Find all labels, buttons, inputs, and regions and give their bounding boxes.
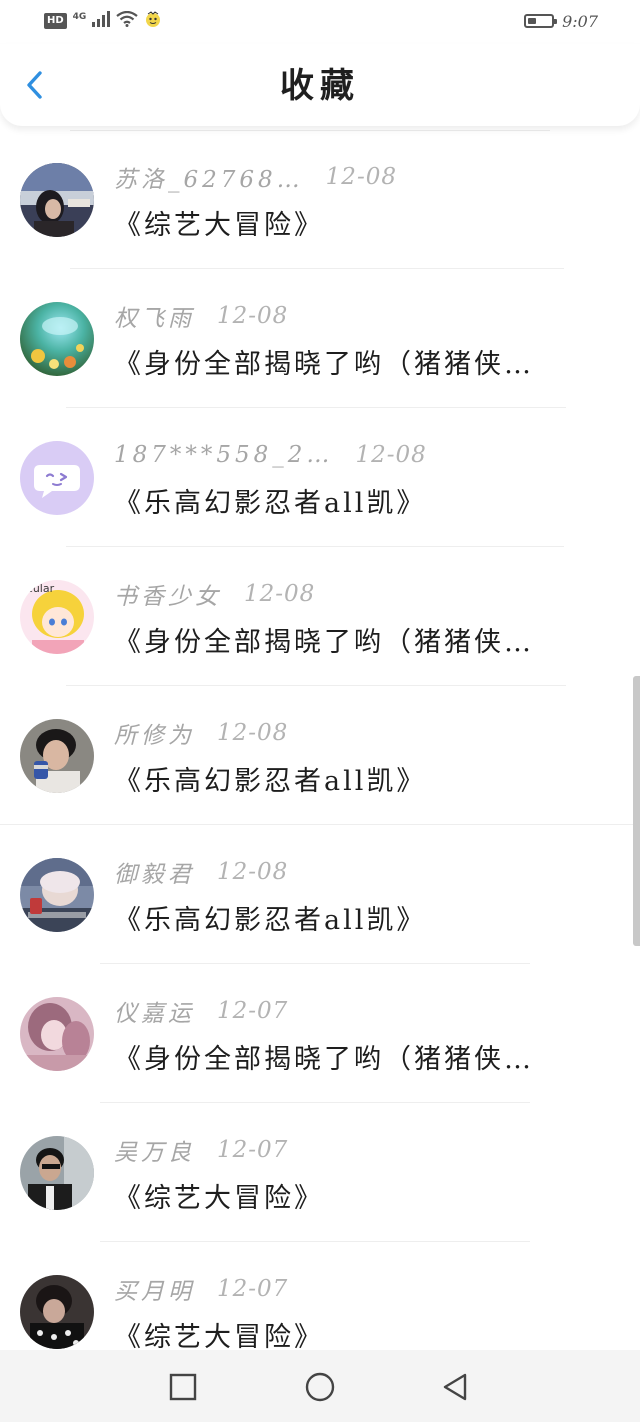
item-date: 12-08 xyxy=(217,720,289,746)
favorite-item[interactable]: 权飞雨 12-08 《身份全部揭晓了哟（猪猪侠… xyxy=(0,269,640,408)
battery-level xyxy=(528,18,537,24)
item-title[interactable]: 《乐高幻影忍者all凯》 xyxy=(114,764,600,800)
author-name: 苏洛_62768… xyxy=(114,167,304,193)
favorite-item[interactable]: 187***558_2… 12-08 《乐高幻影忍者all凯》 xyxy=(0,408,640,547)
system-nav-bar xyxy=(0,1350,640,1422)
back-nav-button[interactable] xyxy=(438,1370,472,1404)
notification-app-icon xyxy=(144,10,162,32)
author-name: 吴万良 xyxy=(114,1140,195,1166)
author-name: 买月明 xyxy=(114,1279,195,1305)
avatar[interactable] xyxy=(20,441,94,515)
avatar[interactable] xyxy=(20,997,94,1071)
page-title: 收藏 xyxy=(280,66,360,106)
item-date: 12-07 xyxy=(217,1276,289,1302)
page-header: 收藏 xyxy=(0,44,640,126)
item-title[interactable]: 《综艺大冒险》 xyxy=(114,208,600,244)
avatar[interactable]: ecular xyxy=(20,580,94,654)
avatar-text: ecular xyxy=(20,582,55,595)
battery-icon xyxy=(524,14,558,28)
item-date: 12-08 xyxy=(355,442,427,468)
favorite-item[interactable]: 苏洛_62768… 12-08 《综艺大冒险》 xyxy=(0,130,640,269)
battery-cap xyxy=(554,19,558,24)
favorite-item[interactable]: 所修为 12-08 《乐高幻影忍者all凯》 xyxy=(0,686,640,825)
item-meta: 所修为 12-08 xyxy=(114,718,289,749)
author-name: 仪嘉运 xyxy=(114,1001,195,1027)
circle-icon xyxy=(305,1372,335,1402)
avatar[interactable] xyxy=(20,719,94,793)
item-title[interactable]: 《乐高幻影忍者all凯》 xyxy=(114,486,600,522)
favorites-list[interactable]: 苏洛_62768… 12-08 《综艺大冒险》 权飞雨 12-08 《身份全部揭… xyxy=(0,126,640,1350)
item-title[interactable]: 《乐高幻影忍者all凯》 xyxy=(114,903,600,939)
item-meta: 187***558_2… 12-08 xyxy=(114,440,427,470)
triangle-left-icon xyxy=(443,1373,467,1401)
favorite-item[interactable]: 御毅君 12-08 《乐高幻影忍者all凯》 xyxy=(0,825,640,964)
favorite-item[interactable]: 买月明 12-07 《综艺大冒险》 xyxy=(0,1242,640,1350)
avatar[interactable] xyxy=(20,163,94,237)
home-button[interactable] xyxy=(303,1370,337,1404)
author-name: 权飞雨 xyxy=(114,306,195,332)
signal-icon xyxy=(92,11,111,31)
wifi-icon xyxy=(116,10,139,31)
author-name: 御毅君 xyxy=(114,862,195,888)
square-icon xyxy=(169,1373,197,1401)
favorite-item[interactable]: 仪嘉运 12-07 《身份全部揭晓了哟（猪猪侠… xyxy=(0,964,640,1103)
item-date: 12-08 xyxy=(217,859,289,885)
item-date: 12-07 xyxy=(217,1137,289,1163)
item-meta: 御毅君 12-08 xyxy=(114,857,289,888)
network-label: 4G xyxy=(72,11,87,22)
avatar[interactable] xyxy=(20,858,94,932)
status-right: 9:07 xyxy=(524,10,598,32)
item-title[interactable]: 《综艺大冒险》 xyxy=(114,1181,600,1217)
avatar[interactable] xyxy=(20,302,94,376)
author-name: 所修为 xyxy=(114,723,195,749)
avatar[interactable] xyxy=(20,1275,94,1349)
item-title[interactable]: 《身份全部揭晓了哟（猪猪侠… xyxy=(114,1042,600,1078)
status-bar: HD 4G 9:07 xyxy=(0,0,640,44)
item-title[interactable]: 《身份全部揭晓了哟（猪猪侠… xyxy=(114,347,600,383)
author-name: 书香少女 xyxy=(114,584,222,610)
item-date: 12-08 xyxy=(244,581,316,607)
status-left: HD 4G xyxy=(44,10,162,32)
item-meta: 吴万良 12-07 xyxy=(114,1135,289,1166)
item-meta: 仪嘉运 12-07 xyxy=(114,996,289,1027)
favorite-item[interactable]: ecular 书香少女 12-08 《身份全部揭晓了哟（猪猪侠… xyxy=(0,547,640,686)
hd-badge: HD xyxy=(44,13,67,29)
item-title[interactable]: 《综艺大冒险》 xyxy=(114,1320,600,1350)
favorite-item[interactable]: 吴万良 12-07 《综艺大冒险》 xyxy=(0,1103,640,1242)
scrollbar-thumb[interactable] xyxy=(633,676,640,946)
item-date: 12-08 xyxy=(325,164,397,190)
item-title[interactable]: 《身份全部揭晓了哟（猪猪侠… xyxy=(114,625,600,661)
status-time: 9:07 xyxy=(562,11,598,31)
avatar[interactable] xyxy=(20,1136,94,1210)
item-date: 12-07 xyxy=(217,998,289,1024)
item-meta: 苏洛_62768… 12-08 xyxy=(114,162,397,193)
item-meta: 书香少女 12-08 xyxy=(114,579,316,610)
item-date: 12-08 xyxy=(217,303,289,329)
item-meta: 买月明 12-07 xyxy=(114,1274,289,1305)
recent-apps-button[interactable] xyxy=(166,1370,200,1404)
author-name: 187***558_2… xyxy=(114,442,334,468)
item-meta: 权飞雨 12-08 xyxy=(114,301,289,332)
